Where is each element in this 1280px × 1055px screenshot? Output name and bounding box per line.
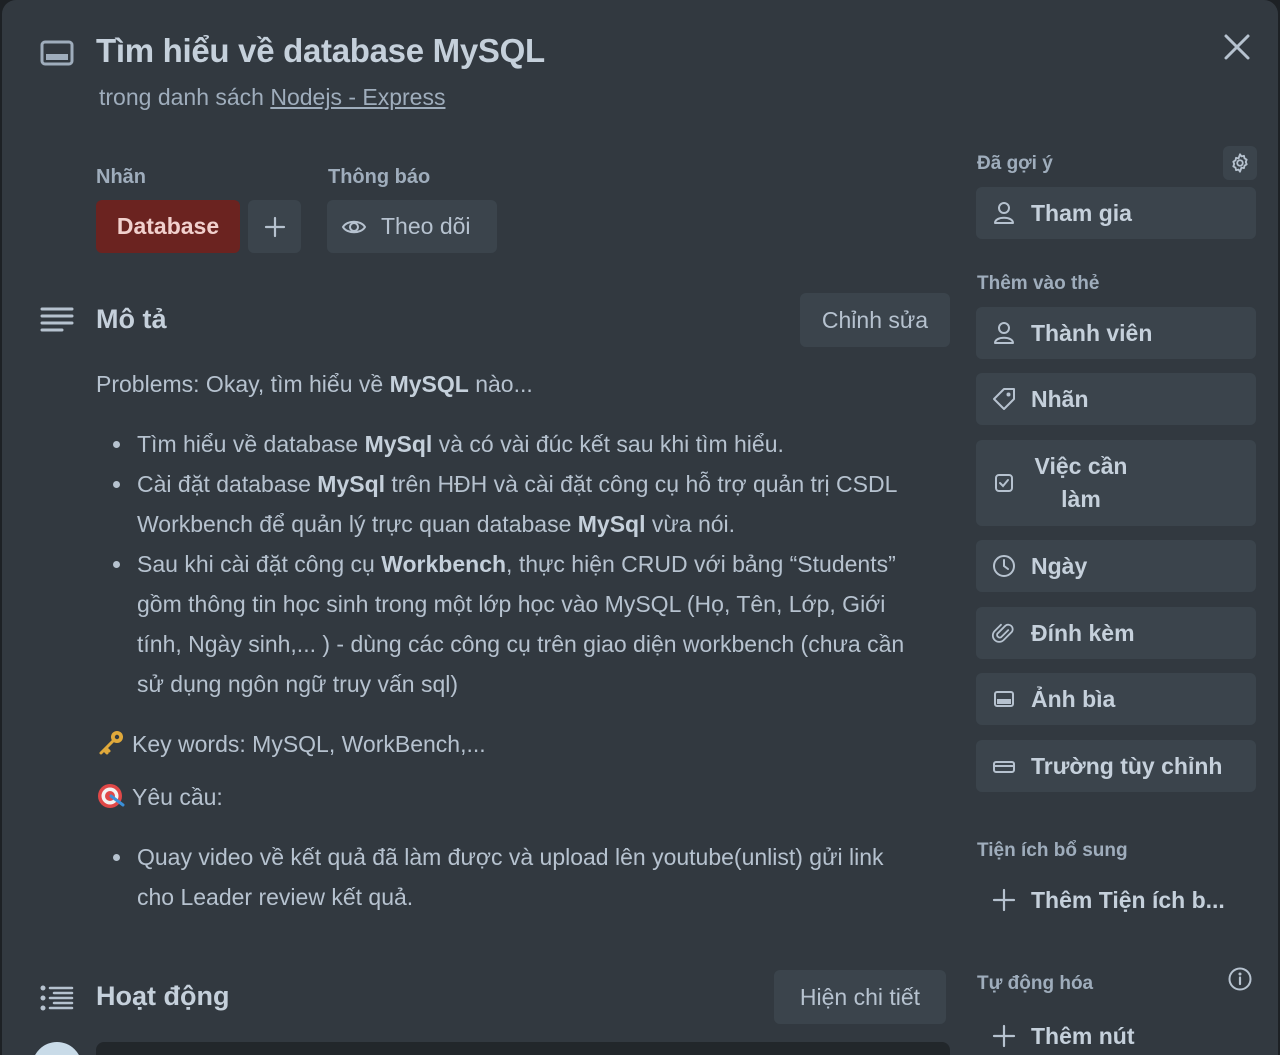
tag-icon <box>993 388 1015 410</box>
list-item: Sau khi cài đặt công cụ Workbench, thực … <box>96 544 956 704</box>
powerups-label: Tiện ích bổ sung <box>977 840 1128 861</box>
requirements-bullet-list: Quay video về kết quả đã làm được và upl… <box>96 837 956 917</box>
plus-icon <box>264 216 285 237</box>
activity-heading: Hoạt động <box>96 981 230 1011</box>
attachment-button[interactable]: Đính kèm <box>976 607 1256 659</box>
person-icon <box>994 202 1014 224</box>
automation-label: Tự động hóa <box>977 973 1094 994</box>
edit-description-button[interactable]: Chỉnh sửa <box>800 293 950 347</box>
checklist-button[interactable]: Việc cần làm <box>976 440 1256 526</box>
eye-icon <box>341 220 367 233</box>
requirements-line: Yêu cầu: <box>96 777 956 817</box>
list-prefix: trong danh sách <box>99 84 271 110</box>
plus-icon <box>992 1024 1016 1048</box>
list-item: Quay video về kết quả đã làm được và upl… <box>96 837 956 917</box>
join-button[interactable]: Tham gia <box>976 187 1256 239</box>
labels-button[interactable]: Nhãn <box>976 373 1256 425</box>
gear-icon <box>1232 153 1248 173</box>
custom-field-icon <box>993 761 1015 773</box>
settings-button[interactable] <box>1223 146 1257 180</box>
show-details-label: Hiện chi tiết <box>799 983 921 1010</box>
labels-section-label: Nhãn <box>96 166 146 188</box>
checklist-icon <box>995 474 1013 492</box>
target-icon <box>98 784 125 808</box>
keywords-line: Key words: MySQL, WorkBench,... <box>96 724 956 764</box>
description-intro: Problems: Okay, tìm hiểu về MySQL nào... <box>96 371 533 397</box>
description-heading: Mô tả <box>96 304 167 334</box>
plus-icon <box>992 888 1016 912</box>
watch-label: Theo dõi <box>381 213 471 239</box>
add-automation-button[interactable]: Thêm nút <box>976 1010 1256 1055</box>
description-bullet-list: Tìm hiểu về database MySql và có vài đúc… <box>96 424 956 704</box>
card-title[interactable]: Tìm hiểu về database MySQL <box>96 32 545 70</box>
clock-icon <box>993 555 1015 577</box>
key-icon <box>99 731 123 755</box>
person-icon <box>994 322 1014 344</box>
notifications-section-label: Thông báo <box>328 166 431 188</box>
paperclip-icon <box>992 623 1014 643</box>
list-link[interactable]: Nodejs - Express <box>270 84 445 110</box>
description-body[interactable]: Problems: Okay, tìm hiểu về MySQL nào...… <box>96 364 956 917</box>
avatar <box>32 1042 82 1055</box>
show-details-button[interactable]: Hiện chi tiết <box>774 970 946 1024</box>
close-icon[interactable] <box>1220 30 1254 64</box>
list-item: Tìm hiểu về database MySql và có vài đúc… <box>96 424 956 464</box>
watch-button[interactable]: Theo dõi <box>327 200 497 253</box>
card-list-info: trong danh sách Nodejs - Express <box>99 84 445 111</box>
card-detail-modal: Tìm hiểu về database MySQL trong danh sá… <box>2 0 1278 1055</box>
add-label-button[interactable] <box>248 200 301 253</box>
edit-label: Chỉnh sửa <box>821 306 929 333</box>
cover-icon <box>994 691 1014 707</box>
add-powerups-button[interactable]: Thêm Tiện ích b... <box>976 874 1256 926</box>
label-chip-database[interactable]: Database <box>96 200 240 253</box>
cover-button[interactable]: Ảnh bìa <box>976 673 1256 725</box>
suggested-label: Đã gợi ý <box>977 153 1053 174</box>
description-icon <box>40 307 74 332</box>
comment-input[interactable] <box>96 1042 950 1055</box>
info-icon[interactable] <box>1227 966 1253 992</box>
list-item: Cài đặt database MySql trên HĐH và cài đ… <box>96 464 956 544</box>
activity-icon <box>40 985 74 1011</box>
members-button[interactable]: Thành viên <box>976 307 1256 359</box>
card-icon <box>40 40 74 66</box>
custom-fields-button[interactable]: Trường tùy chỉnh <box>976 740 1256 792</box>
add-to-card-label: Thêm vào thẻ <box>977 273 1100 294</box>
dates-button[interactable]: Ngày <box>976 540 1256 592</box>
